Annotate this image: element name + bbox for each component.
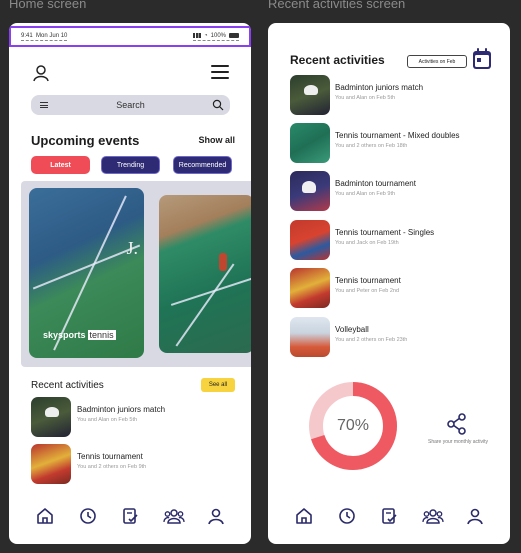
show-all-link[interactable]: Show all: [198, 135, 235, 145]
event-card-court[interactable]: [159, 195, 251, 353]
activity-title: Tennis tournament - Mixed doubles: [335, 131, 460, 140]
list-item[interactable]: Tennis tournament - Mixed doubles You an…: [290, 123, 490, 163]
search-placeholder: Search: [116, 100, 145, 110]
activity-subtitle: You and Alan on Feb 9th: [335, 191, 396, 197]
activity-title: Badminton juniors match: [335, 83, 424, 92]
checklist-icon[interactable]: [121, 507, 139, 525]
activity-thumbnail: [31, 397, 71, 437]
activity-subtitle: You and 2 others on Feb 18th: [335, 143, 408, 149]
activity-title: Tennis tournament: [335, 276, 401, 285]
recent-activities-screen: Recent activities Activities on Feb Badm…: [268, 23, 510, 544]
sky-sports-logo: skysports tennis: [43, 330, 116, 340]
activity-subtitle: You and 2 others on Feb 9th: [77, 464, 147, 470]
list-item[interactable]: Badminton juniors match You and Alan on …: [290, 75, 490, 115]
home-screen-label: Home screen: [9, 0, 87, 11]
chip-recommended[interactable]: Recommended: [173, 156, 232, 174]
recent-screen-label: Recent activities screen: [268, 0, 406, 11]
activity-thumbnail: [290, 171, 330, 211]
battery-percent: 100%: [210, 32, 226, 39]
home-icon[interactable]: [295, 507, 313, 525]
group-icon[interactable]: [422, 507, 444, 525]
share-icon[interactable]: [446, 413, 468, 435]
month-filter-button[interactable]: Activities on Feb: [407, 55, 467, 68]
player-figure: [219, 253, 227, 271]
activity-thumbnail: [290, 317, 330, 357]
clock-icon[interactable]: [79, 507, 97, 525]
list-item[interactable]: Badminton juniors match You and Alan on …: [31, 397, 241, 437]
activity-title: Badminton juniors match: [77, 405, 166, 414]
checklist-icon[interactable]: [380, 507, 398, 525]
activity-subtitle: You and Peter on Feb 2nd: [335, 288, 400, 294]
group-icon[interactable]: [163, 507, 185, 525]
activity-thumbnail: [290, 75, 330, 115]
chip-trending[interactable]: Trending: [101, 156, 160, 174]
activity-subtitle: You and Alan on Feb 5th: [335, 95, 396, 101]
see-all-button[interactable]: See all: [201, 378, 235, 392]
activity-thumbnail: [290, 220, 330, 260]
activity-subtitle: You and Alan on Feb 5th: [77, 417, 138, 423]
clock-icon[interactable]: [338, 507, 356, 525]
activity-thumbnail: [290, 123, 330, 163]
hamburger-menu-icon[interactable]: [211, 65, 229, 79]
filter-chips: Latest Trending Recommended: [31, 156, 232, 174]
status-bar: 9:41 Mon Jun 10 ◔ 100%: [9, 26, 251, 47]
calendar-icon[interactable]: [472, 48, 492, 70]
list-item[interactable]: Tennis tournament - Singles You and Jack…: [290, 220, 490, 260]
search-menu-icon[interactable]: [40, 102, 48, 108]
status-time-date: 9:41 Mon Jun 10: [21, 32, 68, 41]
signal-icon: [193, 33, 202, 38]
activity-title: Tennis tournament: [77, 452, 143, 461]
home-screen: 9:41 Mon Jun 10 ◔ 100% Search Upcoming e…: [9, 23, 251, 544]
event-card-tennis[interactable]: J. skysports tennis: [29, 188, 144, 358]
progress-percent: 70%: [336, 417, 370, 434]
activity-thumbnail: [290, 268, 330, 308]
recent-activities-title: Recent activities: [31, 380, 104, 391]
list-item[interactable]: Tennis tournament You and 2 others on Fe…: [31, 444, 241, 484]
search-icon[interactable]: [212, 99, 224, 111]
profile-nav-icon[interactable]: [466, 507, 484, 525]
status-indicators: ◔ 100%: [193, 33, 239, 41]
search-bar[interactable]: Search: [31, 95, 230, 115]
home-icon[interactable]: [36, 507, 54, 525]
bottom-nav: [9, 507, 251, 533]
wifi-icon: ◔: [204, 32, 208, 39]
upcoming-events-title: Upcoming events: [31, 133, 140, 148]
activity-subtitle: You and 2 others on Feb 23th: [335, 337, 408, 343]
battery-icon: [229, 33, 239, 38]
page-title: Recent activities: [290, 53, 385, 67]
activity-title: Tennis tournament - Singles: [335, 228, 435, 237]
profile-icon[interactable]: [31, 63, 51, 83]
chip-latest[interactable]: Latest: [31, 156, 90, 174]
profile-nav-icon[interactable]: [207, 507, 225, 525]
list-item[interactable]: Tennis tournament You and Peter on Feb 2…: [290, 268, 490, 308]
list-item[interactable]: Volleyball You and 2 others on Feb 23th: [290, 317, 490, 357]
top-bar: [9, 59, 251, 87]
bottom-nav: [268, 507, 510, 533]
activity-title: Volleyball: [335, 325, 369, 334]
share-caption: Share your monthly activity: [427, 439, 489, 445]
stadium-letters: J.: [126, 238, 138, 258]
list-item[interactable]: Badminton tournament You and Alan on Feb…: [290, 171, 490, 211]
activity-thumbnail: [31, 444, 71, 484]
activity-title: Badminton tournament: [335, 179, 416, 188]
activity-subtitle: You and Jack on Feb 19th: [335, 240, 399, 246]
